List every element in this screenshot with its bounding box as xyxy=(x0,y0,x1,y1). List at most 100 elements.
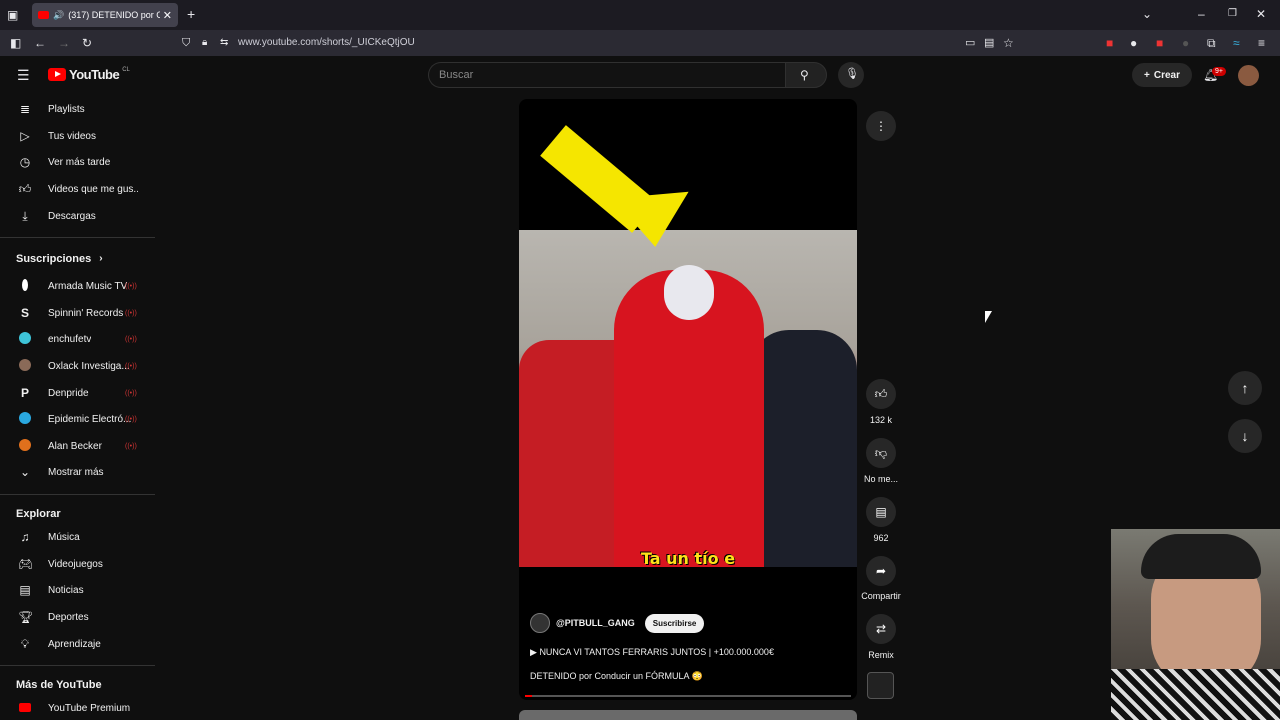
speaker-icon[interactable]: 🔊 xyxy=(53,10,64,21)
thumbs-down-icon: 👎︎ xyxy=(874,445,888,460)
url-bar[interactable]: www.youtube.com/shorts/_UICKeQtjOU xyxy=(238,37,415,48)
channel-name[interactable]: @PITBULL_GANG xyxy=(556,618,635,628)
next-short-preview[interactable] xyxy=(519,710,857,720)
forward-icon[interactable]: → xyxy=(58,37,70,49)
yellow-arrow-head-graphic xyxy=(612,191,694,251)
sidebar-item-label: Playlists xyxy=(48,103,85,115)
channel-avatar-icon xyxy=(18,278,32,294)
subscriptions-heading[interactable]: Suscripciones › xyxy=(16,253,103,265)
channel-avatar-icon xyxy=(18,411,32,427)
browser-tab-active[interactable]: 🔊 (317) DETENIDO por Conduc ✕ xyxy=(32,3,178,27)
sidebar-toggle-icon[interactable]: ◧ xyxy=(10,37,21,49)
previous-short-button[interactable]: ↑ xyxy=(1228,371,1262,405)
minimize-icon[interactable]: – xyxy=(1198,8,1205,20)
remix-button[interactable]: ⇄ xyxy=(866,614,896,644)
sidebar-item-playlists[interactable]: ≣ Playlists xyxy=(0,97,155,121)
sidebar-subscription[interactable]: enchufetv ((•)) xyxy=(0,327,155,351)
reload-icon[interactable]: ↻ xyxy=(82,37,92,49)
helmet xyxy=(664,265,714,320)
section-title: Suscripciones xyxy=(16,253,92,265)
sidebar-subscription[interactable]: Oxlack Investiga... ((•)) xyxy=(0,354,155,378)
sidebar-item-watch-later[interactable]: ◷ Ver más tarde xyxy=(0,150,155,174)
shorts-video-player[interactable]: Ta un tío e @PITBULL_GANG Suscribirse ▶ … xyxy=(519,99,857,700)
sidebar-item-label: YouTube Premium xyxy=(48,702,131,714)
video-frame xyxy=(519,230,857,567)
close-tab-icon[interactable]: ✕ xyxy=(163,9,172,22)
channel-row: @PITBULL_GANG Suscribirse xyxy=(530,613,705,633)
explore-heading: Explorar xyxy=(16,508,61,520)
news-icon: ▤ xyxy=(19,583,31,597)
permissions-icon[interactable]: ⇆ xyxy=(220,37,228,49)
music-link[interactable]: ▶ NUNCA VI TANTOS FERRARIS JUNTOS | +100… xyxy=(530,647,774,658)
sidebar-subscription[interactable]: S Spinnin' Records ((•)) xyxy=(0,301,155,325)
create-button[interactable]: + Crear xyxy=(1132,63,1192,87)
new-tab-icon[interactable]: + xyxy=(187,7,195,21)
like-button[interactable]: 👍︎ xyxy=(866,379,896,409)
account-avatar[interactable] xyxy=(1238,65,1259,86)
menu-icon[interactable]: ≡ xyxy=(1258,37,1265,49)
channel-avatar-icon xyxy=(18,331,32,347)
extension-icon[interactable]: ■ xyxy=(1156,37,1163,49)
extensions-puzzle-icon[interactable]: ⧉ xyxy=(1207,37,1216,49)
sidebar-item-gaming[interactable]: 🎮︎ Videojuegos xyxy=(0,552,155,576)
picture-in-picture-icon[interactable]: ▭ xyxy=(965,37,975,49)
sidebar-subscription[interactable]: Alan Becker ((•)) xyxy=(0,434,155,458)
sidebar-item-your-videos[interactable]: ▷ Tus videos xyxy=(0,124,155,148)
search-input[interactable]: Buscar xyxy=(428,62,786,88)
sidebar-item-sports[interactable]: 🏆︎ Deportes xyxy=(0,605,155,629)
more-options-button[interactable]: ⋮ xyxy=(866,111,896,141)
channel-avatar[interactable] xyxy=(530,613,550,633)
youtube-play-icon xyxy=(48,68,66,81)
tab-title: (317) DETENIDO por Conduc xyxy=(68,10,160,20)
tab-list-icon[interactable]: ▣ xyxy=(7,9,18,21)
extension-icon[interactable]: ● xyxy=(1182,37,1189,49)
extension-icon[interactable]: ≈ xyxy=(1233,37,1240,49)
share-button[interactable]: ➦ xyxy=(866,556,896,586)
youtube-logo[interactable]: YouTube CL xyxy=(48,67,130,82)
thumbs-up-icon: 👍︎ xyxy=(18,181,32,196)
dislike-button[interactable]: 👎︎ xyxy=(866,438,896,468)
bookmark-star-icon[interactable]: ☆ xyxy=(1003,37,1014,49)
sidebar-item-learning[interactable]: 💡︎ Aprendizaje xyxy=(0,632,155,656)
sidebar-item-liked-videos[interactable]: 👍︎ Videos que me gus... xyxy=(0,177,155,201)
next-short-button[interactable]: ↓ xyxy=(1228,419,1262,453)
sidebar-subscription[interactable]: Armada Music TV ((•)) xyxy=(0,274,155,298)
restore-icon[interactable]: ❐ xyxy=(1228,8,1237,20)
video-description[interactable]: DETENIDO por Conducir un FÓRMULA 😳 xyxy=(530,671,703,682)
extension-icon[interactable]: ● xyxy=(1130,37,1137,49)
create-label: Crear xyxy=(1153,69,1180,81)
lock-icon[interactable]: 🔒︎ xyxy=(202,37,207,49)
hamburger-menu-icon[interactable]: ☰ xyxy=(17,68,30,82)
thumbs-up-icon: 👍︎ xyxy=(874,386,888,401)
streamer-shirt xyxy=(1111,669,1280,720)
reader-view-icon[interactable]: ▤ xyxy=(984,37,994,49)
extension-icon[interactable]: ■ xyxy=(1106,37,1113,49)
sound-thumbnail[interactable] xyxy=(867,672,894,699)
sidebar-item-music[interactable]: ♫ Música xyxy=(0,525,155,549)
live-indicator-icon: ((•)) xyxy=(125,415,137,423)
sidebar-item-youtube-premium[interactable]: YouTube Premium xyxy=(0,696,155,720)
channel-avatar-icon: S xyxy=(20,306,29,320)
chevron-down-icon[interactable]: ⌄ xyxy=(1142,8,1152,20)
sidebar-subscription[interactable]: Epidemic Electró... ((•)) xyxy=(0,407,155,431)
gamepad-icon: 🎮︎ xyxy=(18,557,34,571)
back-icon[interactable]: ← xyxy=(34,37,46,49)
sidebar-item-news[interactable]: ▤ Noticias xyxy=(0,578,155,602)
search-button[interactable]: ⚲ xyxy=(785,62,827,88)
sidebar-item-label: Videojuegos xyxy=(48,558,103,570)
chevron-right-icon: › xyxy=(99,253,103,264)
video-caption: Ta un tío e xyxy=(640,549,736,568)
subscribe-button[interactable]: Suscribirse xyxy=(644,613,705,633)
show-more-button[interactable]: ⌄ Mostrar más xyxy=(0,460,155,484)
comments-button[interactable]: ▤ xyxy=(866,497,896,527)
sidebar-subscription[interactable]: P Denpride ((•)) xyxy=(0,381,155,405)
progress-bar[interactable] xyxy=(525,695,851,697)
window-close-icon[interactable]: ✕ xyxy=(1256,8,1266,20)
remix-label: Remix xyxy=(868,650,894,660)
webcam-overlay xyxy=(1111,529,1280,720)
shield-icon[interactable]: ⛉ xyxy=(182,37,190,49)
voice-search-button[interactable]: 🎙︎ xyxy=(838,62,864,88)
clock-icon: ◷ xyxy=(19,155,31,169)
channel-avatar-icon xyxy=(18,358,32,374)
sidebar-item-downloads[interactable]: ⤓ Descargas xyxy=(0,204,155,228)
